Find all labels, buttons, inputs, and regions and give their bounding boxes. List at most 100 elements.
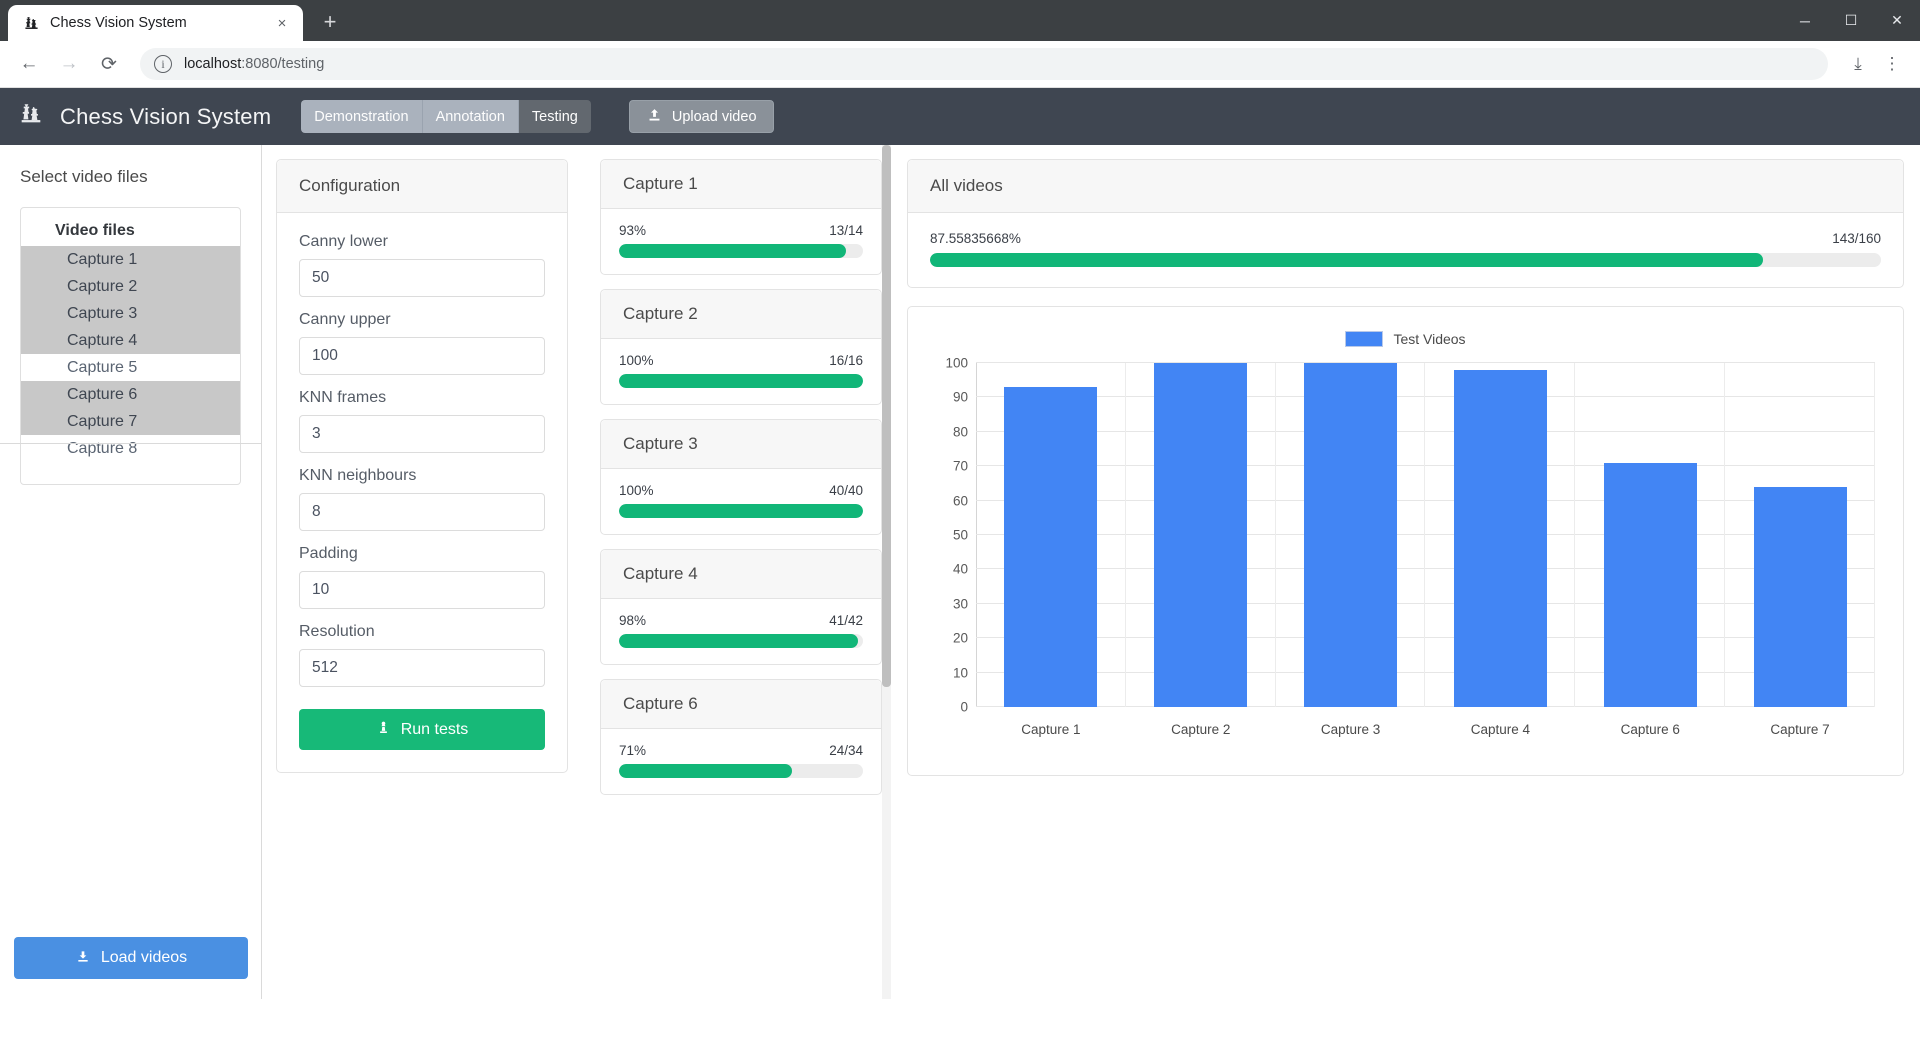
progress-fill xyxy=(619,244,846,258)
capture-card: Capture 1 93% 13/14 xyxy=(600,159,882,275)
padding-input[interactable] xyxy=(299,571,545,609)
capture-stats: 100% 16/16 xyxy=(619,353,863,368)
bar[interactable] xyxy=(1604,463,1697,707)
legend-label: Test Videos xyxy=(1393,331,1465,347)
bar[interactable] xyxy=(1454,370,1547,707)
address-bar[interactable]: i localhost:8080/testing xyxy=(140,48,1828,80)
knn-frames-label: KNN frames xyxy=(299,389,545,407)
canny-upper-input[interactable] xyxy=(299,337,545,375)
captures-column: Capture 1 93% 13/14 Capture 2 100% xyxy=(582,145,882,999)
install-app-icon[interactable]: ⤓ xyxy=(1842,48,1874,80)
results-column: All videos 87.55835668% 143/160 Test Vid… xyxy=(891,145,1920,999)
window-controls: ─ ☐ ✕ xyxy=(1782,0,1920,41)
capture-card: Capture 2 100% 16/16 xyxy=(600,289,882,405)
video-files-title: Video files xyxy=(21,220,240,246)
browser-menu-icon[interactable]: ⋮ xyxy=(1876,48,1908,80)
resolution-input[interactable] xyxy=(299,649,545,687)
capture-body: 93% 13/14 xyxy=(601,209,881,274)
capture-card: Capture 4 98% 41/42 xyxy=(600,549,882,665)
minimize-icon[interactable]: ─ xyxy=(1782,0,1828,41)
sidebar-item-capture-7[interactable]: Capture 7 xyxy=(21,408,240,435)
results-chart-card: Test Videos 0102030405060708090100 Captu… xyxy=(907,306,1904,776)
vertical-gridline xyxy=(1874,363,1875,707)
chess-pawn-icon xyxy=(376,719,391,741)
bar[interactable] xyxy=(1304,363,1397,707)
y-axis-tick: 70 xyxy=(953,459,968,474)
sidebar-item-capture-2[interactable]: Capture 2 xyxy=(21,273,240,300)
bar-cell xyxy=(1575,363,1725,707)
capture-title: Capture 1 xyxy=(601,160,881,209)
sidebar-item-capture-1[interactable]: Capture 1 xyxy=(21,246,240,273)
back-icon[interactable]: ← xyxy=(12,47,46,81)
tab-testing[interactable]: Testing xyxy=(518,100,591,133)
progress-bar xyxy=(619,374,863,388)
progress-bar xyxy=(619,244,863,258)
load-videos-button[interactable]: Load videos xyxy=(14,937,248,979)
reload-icon[interactable]: ⟳ xyxy=(92,47,126,81)
run-tests-button[interactable]: Run tests xyxy=(299,709,545,750)
knn-neighbours-label: KNN neighbours xyxy=(299,467,545,485)
tab-demonstration[interactable]: Demonstration xyxy=(301,100,421,133)
new-tab-button[interactable]: + xyxy=(313,5,347,39)
y-axis-tick: 60 xyxy=(953,493,968,508)
brand: Chess Vision System xyxy=(18,101,271,132)
y-axis-tick: 0 xyxy=(960,700,968,715)
bar-chart: 0102030405060708090100 Capture 1Capture … xyxy=(930,353,1885,745)
plot-area: 0102030405060708090100 xyxy=(976,363,1875,707)
site-info-icon[interactable]: i xyxy=(154,55,172,73)
forward-icon[interactable]: → xyxy=(52,47,86,81)
url-host: localhost xyxy=(184,56,241,72)
capture-title: Capture 3 xyxy=(601,420,881,469)
all-videos-title: All videos xyxy=(908,160,1903,213)
toolbar-right: ⤓ ⋮ xyxy=(1842,48,1908,80)
upload-video-button[interactable]: Upload video xyxy=(629,100,774,133)
all-videos-card: All videos 87.55835668% 143/160 xyxy=(907,159,1904,288)
configuration-column: Configuration Canny lower Canny upper KN… xyxy=(262,145,582,999)
capture-percent: 93% xyxy=(619,223,646,238)
capture-card: Capture 6 71% 24/34 xyxy=(600,679,882,795)
capture-percent: 100% xyxy=(619,483,654,498)
close-window-icon[interactable]: ✕ xyxy=(1874,0,1920,41)
capture-ratio: 13/14 xyxy=(829,223,863,238)
maximize-icon[interactable]: ☐ xyxy=(1828,0,1874,41)
captures-scrollbar[interactable] xyxy=(882,145,891,999)
sidebar-item-capture-4[interactable]: Capture 4 xyxy=(21,327,240,354)
bar-cell xyxy=(1276,363,1426,707)
y-axis-tick: 10 xyxy=(953,665,968,680)
y-axis-tick: 100 xyxy=(945,356,968,371)
canny-lower-input[interactable] xyxy=(299,259,545,297)
progress-fill xyxy=(619,634,858,648)
bar-cell xyxy=(1126,363,1276,707)
bar[interactable] xyxy=(1754,487,1847,707)
upload-icon xyxy=(646,107,663,127)
page-body: Select video files Video files Capture 1… xyxy=(0,145,1920,999)
progress-bar xyxy=(619,504,863,518)
capture-percent: 100% xyxy=(619,353,654,368)
capture-body: 100% 16/16 xyxy=(601,339,881,404)
browser-tab[interactable]: Chess Vision System × xyxy=(8,5,303,41)
tab-annotation[interactable]: Annotation xyxy=(422,100,518,133)
close-tab-icon[interactable]: × xyxy=(271,12,293,34)
sidebar-item-capture-3[interactable]: Capture 3 xyxy=(21,300,240,327)
bar[interactable] xyxy=(1004,387,1097,707)
main-content: Configuration Canny lower Canny upper KN… xyxy=(262,145,1920,999)
bar[interactable] xyxy=(1154,363,1247,707)
browser-chrome: Chess Vision System × + ─ ☐ ✕ ← → ⟳ i lo… xyxy=(0,0,1920,88)
sidebar-item-capture-5[interactable]: Capture 5 xyxy=(21,354,240,381)
y-axis-tick: 20 xyxy=(953,631,968,646)
all-videos-progress-fill xyxy=(930,253,1763,267)
y-axis-tick: 40 xyxy=(953,562,968,577)
configuration-card: Configuration Canny lower Canny upper KN… xyxy=(276,159,568,773)
x-axis-labels: Capture 1Capture 2Capture 3Capture 4Capt… xyxy=(976,722,1875,737)
capture-body: 98% 41/42 xyxy=(601,599,881,664)
bar-cell xyxy=(1425,363,1575,707)
sidebar-item-capture-6[interactable]: Capture 6 xyxy=(21,381,240,408)
y-axis-tick: 80 xyxy=(953,424,968,439)
scrollbar-thumb[interactable] xyxy=(882,145,891,687)
knn-frames-input[interactable] xyxy=(299,415,545,453)
knn-neighbours-input[interactable] xyxy=(299,493,545,531)
x-axis-label: Capture 4 xyxy=(1425,722,1575,737)
padding-label: Padding xyxy=(299,545,545,563)
sidebar-item-capture-8[interactable]: Capture 8 xyxy=(21,435,240,462)
progress-bar xyxy=(619,634,863,648)
